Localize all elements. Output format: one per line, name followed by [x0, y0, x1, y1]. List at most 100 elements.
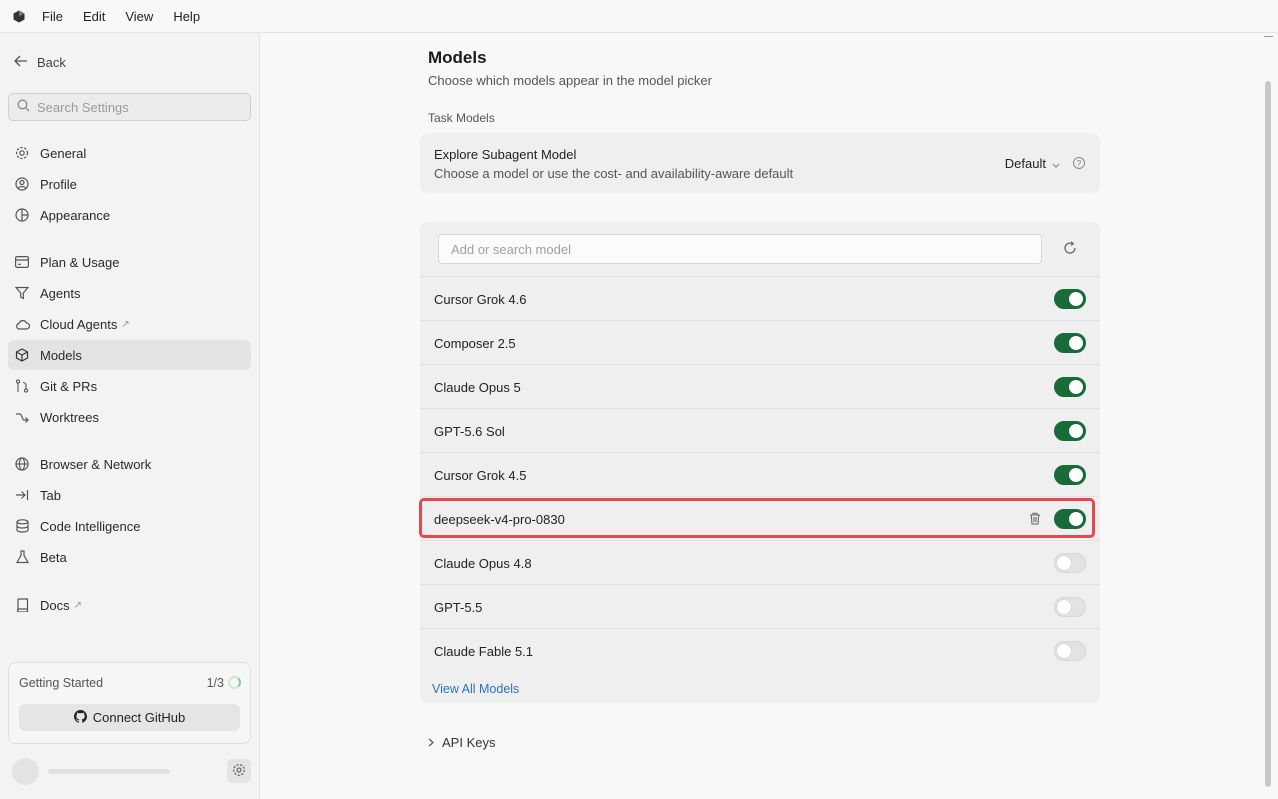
toggle-knob: [1057, 556, 1071, 570]
credit-card-icon: [14, 254, 30, 270]
menu-file[interactable]: File: [32, 0, 73, 33]
getting-started-card: Getting Started 1/3 Connect GitHub: [8, 662, 251, 744]
view-all-models-link[interactable]: View All Models: [432, 682, 519, 696]
model-toggle[interactable]: [1054, 597, 1086, 617]
sidebar-item-label: Code Intelligence: [40, 518, 141, 534]
model-row: Claude Opus 4.8: [420, 540, 1100, 584]
filter-icon: [14, 285, 30, 301]
chevron-down-icon: [1052, 156, 1060, 171]
model-name: Composer 2.5: [434, 336, 516, 351]
book-icon: [14, 597, 30, 613]
connect-github-label: Connect GitHub: [92, 710, 186, 725]
globe-icon: [14, 456, 30, 472]
sidebar-item-label: Beta: [40, 549, 67, 565]
sidebar-item-worktrees[interactable]: Worktrees: [8, 402, 251, 432]
sidebar-item-plan[interactable]: Plan & Usage: [8, 247, 251, 277]
task-models-label: Task Models: [428, 111, 495, 125]
cube-icon: [14, 347, 30, 363]
settings-search[interactable]: [8, 93, 251, 121]
task-model-value: Default: [1004, 156, 1046, 171]
sidebar-item-git[interactable]: Git & PRs: [8, 371, 251, 401]
progress-ring-icon: [228, 676, 241, 689]
sidebar-item-beta[interactable]: Beta: [8, 542, 251, 572]
account-settings-button[interactable]: [227, 759, 251, 783]
sidebar-item-label: Git & PRs: [40, 378, 98, 394]
sidebar-item-tab[interactable]: Tab: [8, 480, 251, 510]
sidebar-item-cloud-agents[interactable]: Cloud Agents ↗: [8, 309, 251, 339]
back-label: Back: [37, 55, 66, 70]
model-toggle[interactable]: [1054, 421, 1086, 441]
menu-view[interactable]: View: [115, 0, 163, 33]
sidebar-item-profile[interactable]: Profile: [8, 169, 251, 199]
chevron-right-icon: [428, 735, 434, 750]
model-toggle[interactable]: [1054, 553, 1086, 573]
model-row: GPT-5.6 Sol: [420, 408, 1100, 452]
page-title: Models: [428, 48, 487, 67]
model-name: Claude Opus 4.8: [434, 556, 532, 571]
sidebar-item-general[interactable]: General: [8, 138, 251, 168]
sidebar-item-docs[interactable]: Docs ↗: [8, 590, 251, 620]
app-logo-icon: [12, 9, 26, 23]
model-toggle[interactable]: [1054, 465, 1086, 485]
connect-github-button[interactable]: Connect GitHub: [19, 704, 240, 731]
refresh-button[interactable]: [1060, 239, 1080, 259]
avatar[interactable]: [12, 758, 39, 785]
sidebar-item-agents[interactable]: Agents: [8, 278, 251, 308]
toggle-knob: [1069, 468, 1083, 482]
sidebar-item-label: Plan & Usage: [40, 254, 120, 270]
task-model-description: Choose a model or use the cost- and avai…: [434, 166, 794, 181]
menu-edit[interactable]: Edit: [73, 0, 115, 33]
model-toggle[interactable]: [1054, 289, 1086, 309]
sidebar-item-models[interactable]: Models: [8, 340, 251, 370]
model-row: Cursor Grok 4.6: [420, 276, 1100, 320]
refresh-icon: [1063, 240, 1077, 258]
model-toggle[interactable]: [1054, 377, 1086, 397]
sidebar-item-appearance[interactable]: Appearance: [8, 200, 251, 230]
toggle-knob: [1069, 336, 1083, 350]
model-row: Claude Opus 5: [420, 364, 1100, 408]
model-row: Composer 2.5: [420, 320, 1100, 364]
arrow-left-icon: [14, 55, 28, 70]
highlight-box: [419, 498, 1095, 538]
toggle-knob: [1069, 380, 1083, 394]
scrollbar-thumb[interactable]: [1265, 81, 1271, 787]
sidebar-item-code-intelligence[interactable]: Code Intelligence: [8, 511, 251, 541]
back-button[interactable]: Back: [14, 55, 66, 70]
sidebar-item-label: Cloud Agents: [40, 316, 118, 332]
settings-sidebar: Back General Profile Appearance Plan & U…: [0, 33, 260, 799]
menu-bar: File Edit View Help: [0, 0, 1278, 33]
search-icon: [17, 99, 30, 115]
sidebar-item-label: Models: [40, 347, 82, 363]
toggle-knob: [1069, 424, 1083, 438]
sidebar-item-label: General: [40, 145, 87, 161]
task-model-title: Explore Subagent Model: [434, 147, 577, 162]
user-row: [12, 758, 252, 785]
worktree-icon: [14, 409, 30, 425]
api-keys-label: API Keys: [442, 735, 496, 750]
model-name: Cursor Grok 4.6: [434, 292, 527, 307]
model-search-input[interactable]: [451, 241, 1031, 257]
model-name: Cursor Grok 4.5: [434, 468, 527, 483]
model-name: Claude Opus 5: [434, 380, 521, 395]
toggle-knob: [1069, 292, 1083, 306]
api-keys-section[interactable]: API Keys: [428, 735, 495, 750]
task-model-card: Explore Subagent Model Choose a model or…: [420, 133, 1100, 193]
sidebar-item-browser[interactable]: Browser & Network: [8, 449, 251, 479]
palette-icon: [14, 207, 30, 223]
sidebar-item-label: Appearance: [40, 207, 111, 223]
menu-help[interactable]: Help: [163, 0, 210, 33]
search-input[interactable]: [37, 99, 237, 115]
task-model-select[interactable]: Default: [1005, 156, 1060, 171]
sidebar-item-label: Tab: [40, 487, 61, 503]
external-link-icon: ↗: [121, 318, 130, 330]
help-icon[interactable]: ?: [1073, 157, 1085, 169]
model-name: GPT-5.5: [434, 600, 483, 615]
getting-started-title: Getting Started: [19, 676, 104, 690]
model-toggle[interactable]: [1054, 641, 1086, 661]
gear-icon: [14, 145, 30, 161]
model-row: Claude Fable 5.1: [420, 628, 1100, 672]
scrollbar[interactable]: [1261, 33, 1278, 799]
model-toggle[interactable]: [1054, 333, 1086, 353]
toggle-knob: [1057, 600, 1071, 614]
model-search-field[interactable]: [438, 234, 1042, 264]
